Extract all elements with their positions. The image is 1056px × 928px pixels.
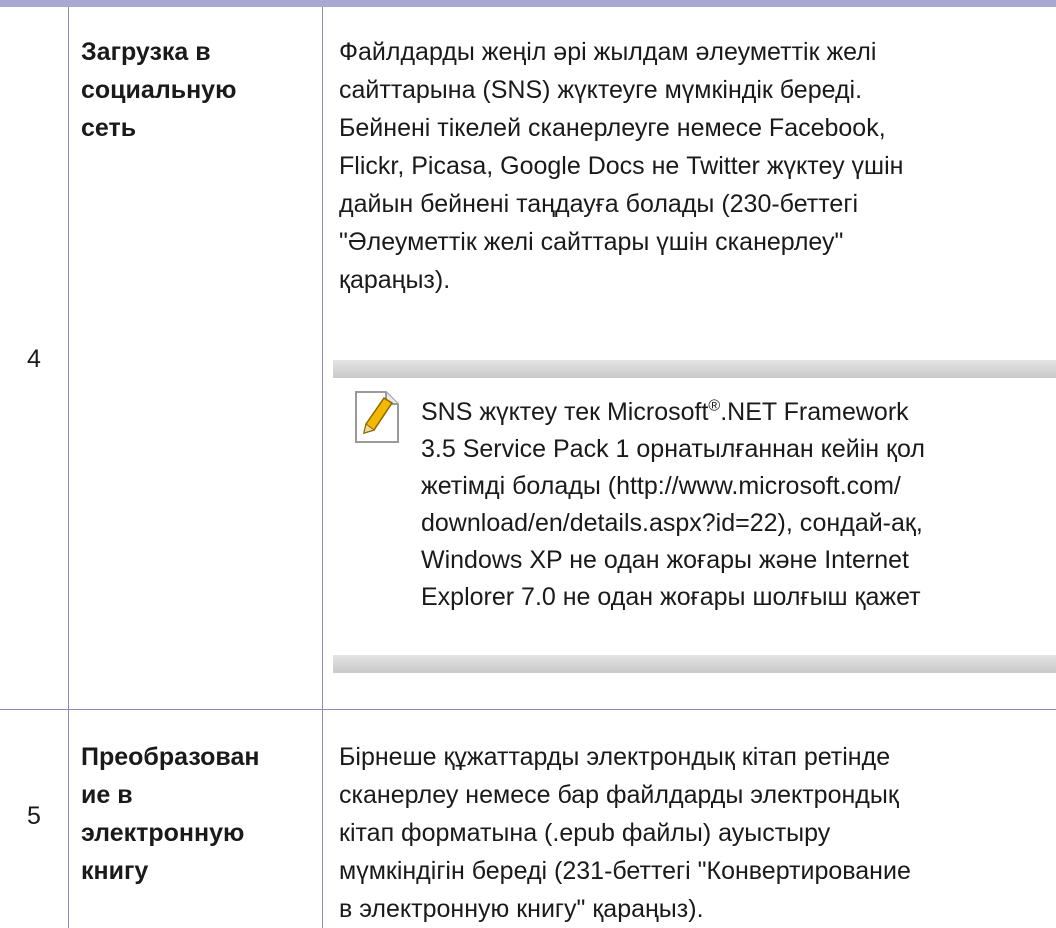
description-line: қараңыз). (339, 266, 451, 294)
row-number: 4 (27, 345, 41, 373)
description-line: Бейнені тікелей сканерлеуге немесе Faceb… (339, 114, 886, 142)
column-divider-2 (322, 7, 323, 928)
description-line: Flickr, Picasa, Google Docs не Twitter ж… (339, 152, 904, 180)
description-line: мүмкіндігін береді (231-беттегі "Конверт… (339, 857, 911, 885)
description-line: в электронную книгу" қараңыз). (339, 895, 704, 923)
feature-name-line: Преобразован (81, 743, 260, 771)
feature-description: Файлдарды жеңіл әрі жылдам әлеуметтік же… (339, 33, 1054, 299)
row-number: 5 (27, 802, 41, 830)
description-line: сайттарына (SNS) жүктеуге мүмкіндік бере… (339, 76, 863, 104)
table-top-rule (0, 0, 1056, 7)
feature-name: Загрузка в социальную сеть (81, 33, 316, 147)
feature-name-line: социальную (81, 76, 237, 104)
note-pencil-icon (355, 391, 399, 443)
note-line: 3.5 Service Pack 1 орнатылғаннан кейін қ… (421, 435, 925, 463)
note-line: Windows XP не одан жоғары және Internet (421, 546, 909, 574)
description-line: кітап форматына (.epub файлы) ауыстыру (339, 819, 831, 847)
feature-name-line: сеть (81, 114, 137, 142)
feature-name-line: книгу (81, 857, 149, 885)
description-line: Файлдарды жеңіл әрі жылдам әлеуметтік же… (339, 38, 877, 66)
note-line: SNS жүктеу тек Microsoft®.NET Framework (421, 397, 909, 426)
note-bottom-bar (333, 655, 1056, 673)
feature-name-line: электронную (81, 819, 245, 847)
note-text: SNS жүктеу тек Microsoft®.NET Framework … (421, 394, 1054, 616)
description-line: дайын бейнені таңдауға болады (230-бетте… (339, 190, 858, 218)
description-line: Бірнеше құжаттарды электрондық кітап рет… (339, 743, 891, 771)
note-top-bar (333, 360, 1056, 378)
description-line: "Әлеуметтік желі сайттары үшін сканерлеу… (339, 228, 844, 256)
note-line: download/en/details.aspx?id=22), сондай-… (421, 509, 923, 537)
note-line: Explorer 7.0 не одан жоғары шолғыш қажет (421, 583, 921, 611)
column-divider-1 (68, 7, 69, 928)
feature-description: Бірнеше құжаттарды электрондық кітап рет… (339, 738, 1054, 928)
row-divider (0, 709, 1056, 710)
feature-name: Преобразован ие в электронную книгу (81, 738, 316, 890)
note-line: жетімді болады (http://www.microsoft.com… (421, 472, 901, 500)
description-line: сканерлеу немесе бар файлдарды электронд… (339, 781, 899, 809)
feature-name-line: ие в (81, 781, 133, 809)
feature-name-line: Загрузка в (81, 38, 211, 66)
